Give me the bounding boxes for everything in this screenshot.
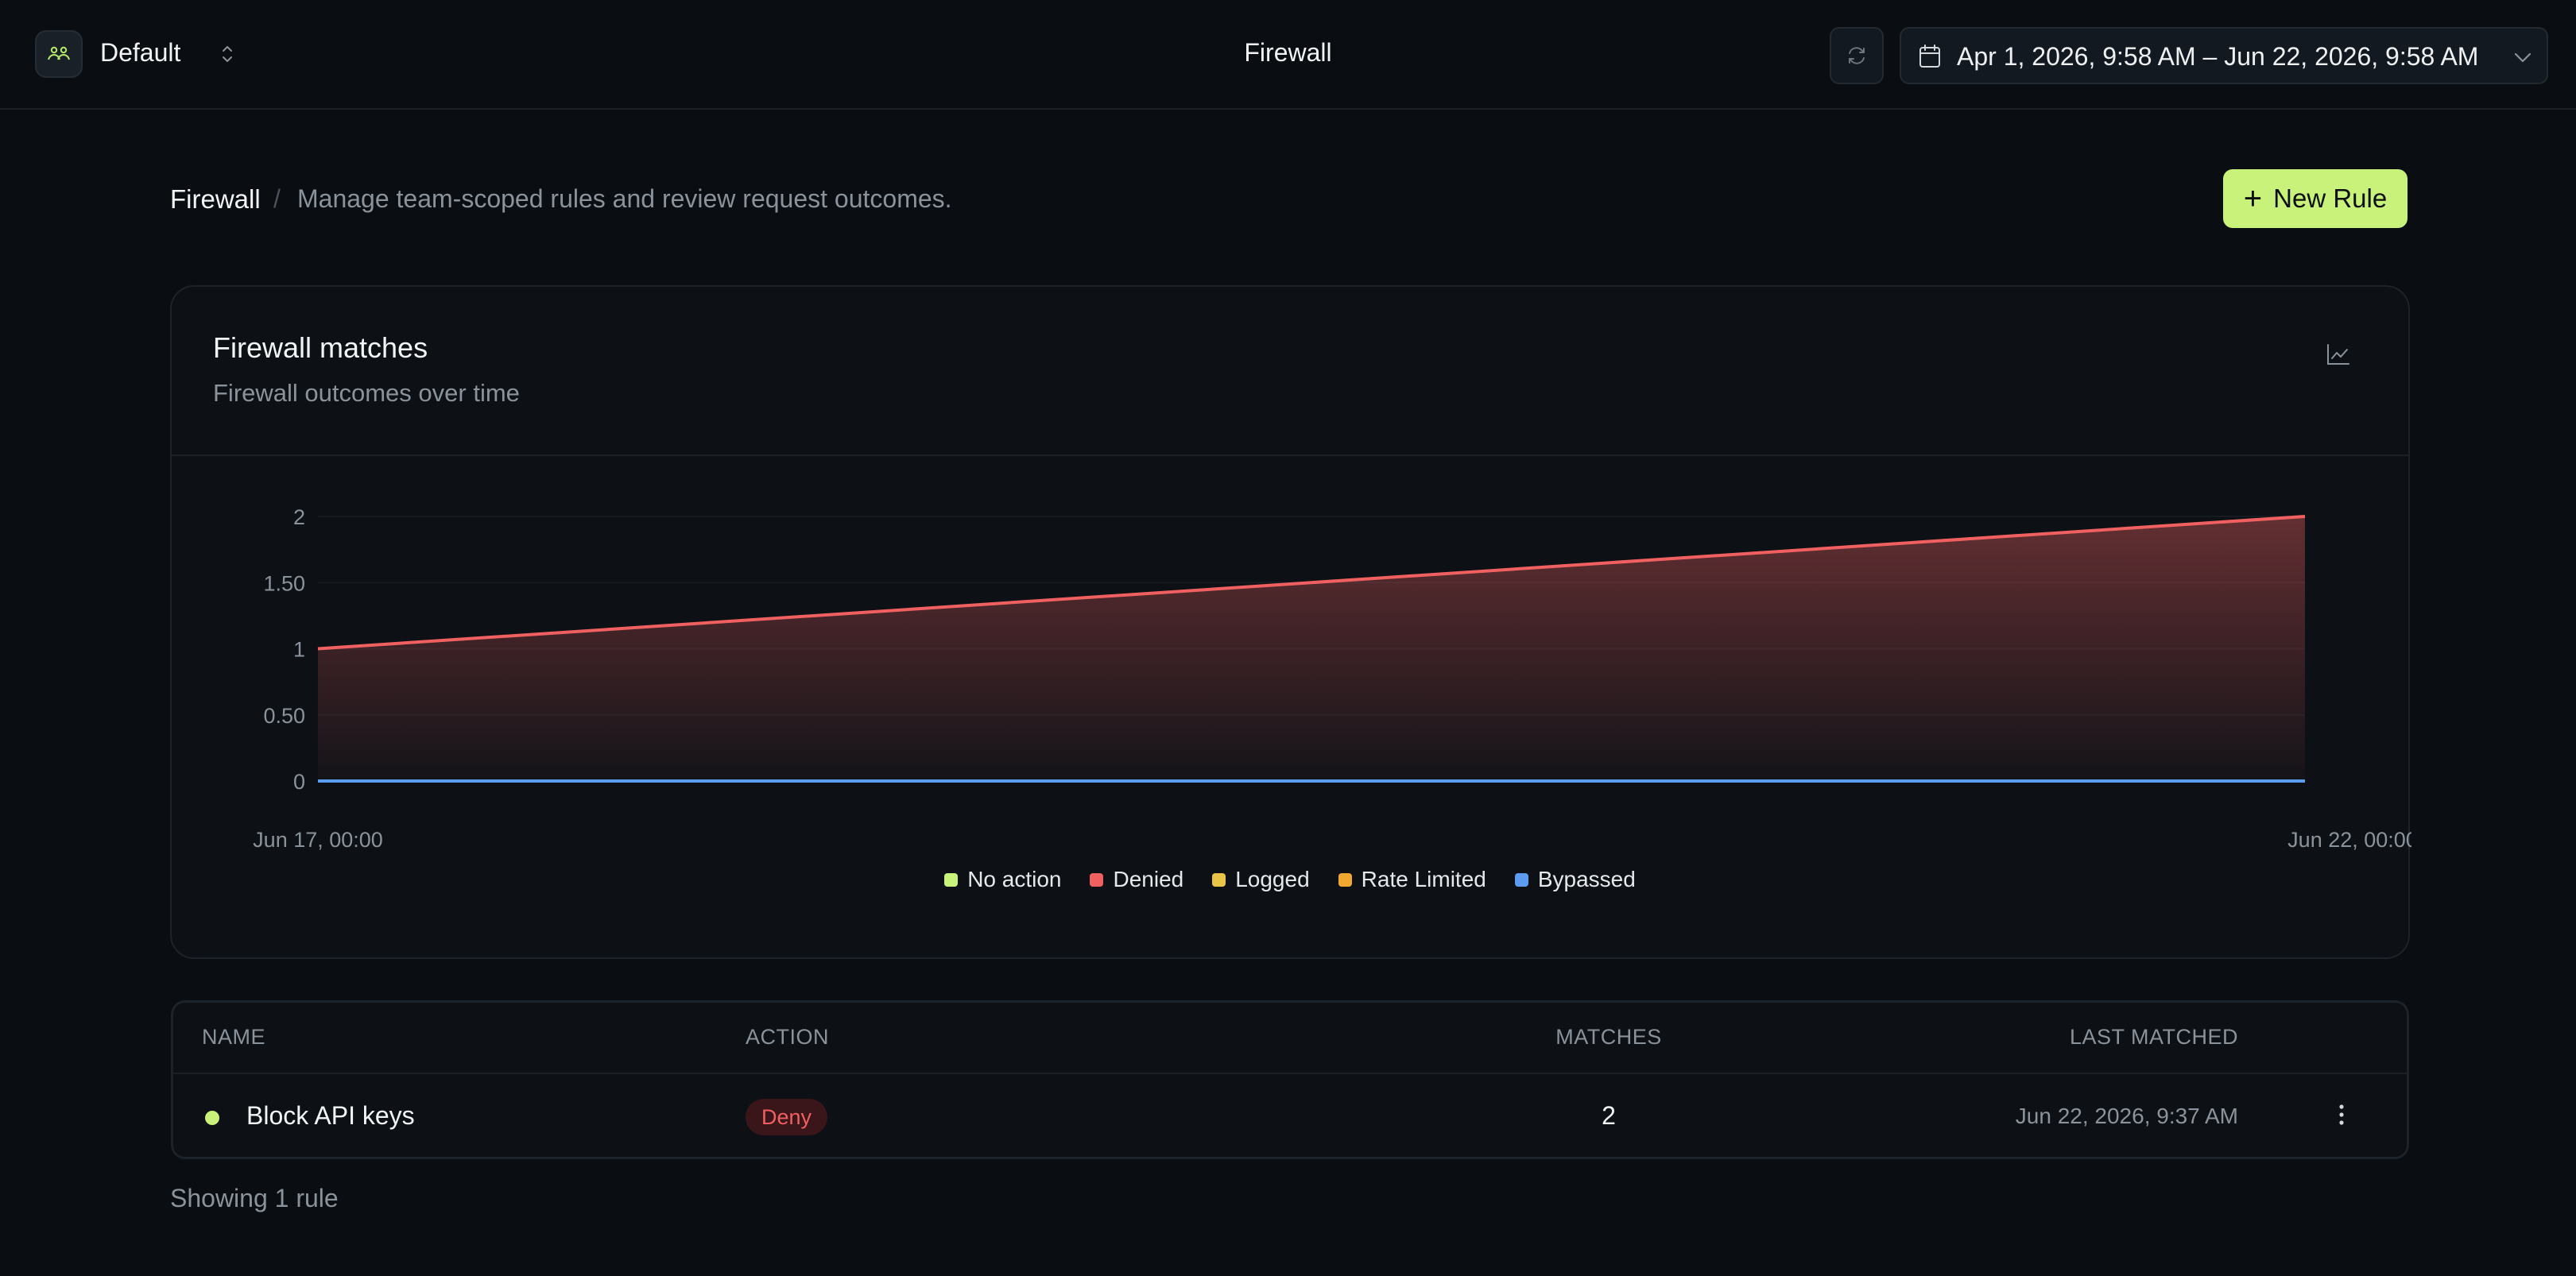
column-header-action[interactable]: ACTION xyxy=(746,1025,829,1050)
y-tick-label: 1.50 xyxy=(263,571,305,595)
column-header-last-matched[interactable]: LAST MATCHED xyxy=(2070,1025,2238,1050)
calendar-icon xyxy=(1919,44,1940,68)
matches-count: 2 xyxy=(1602,1101,1616,1130)
date-range-picker[interactable]: Apr 1, 2026, 9:58 AM – Jun 22, 2026, 9:5… xyxy=(1900,27,2548,84)
new-rule-label: New Rule xyxy=(2273,184,2388,213)
legend-item-denied[interactable]: Denied xyxy=(1090,867,1183,892)
new-rule-button[interactable]: + New Rule xyxy=(2223,169,2407,228)
legend-label: Rate Limited xyxy=(1361,867,1486,891)
legend-swatch xyxy=(1212,872,1226,887)
legend-swatch xyxy=(1514,872,1528,887)
rule-name[interactable]: Block API keys xyxy=(246,1101,415,1131)
legend-label: Logged xyxy=(1235,867,1310,891)
legend-label: No action xyxy=(967,867,1062,891)
legend-label: Denied xyxy=(1113,867,1184,891)
top-bar: Default Firewall Apr 1, 2026, 9:58 AM – … xyxy=(0,0,2576,110)
breadcrumb-separator: / xyxy=(273,184,281,213)
refresh-icon xyxy=(1849,47,1865,64)
column-header-matches[interactable]: MATCHES xyxy=(1510,1025,1707,1050)
chevron-down-icon xyxy=(2514,52,2531,63)
page-description: Manage team-scoped rules and review requ… xyxy=(297,184,952,213)
rule-status-dot xyxy=(205,1111,219,1125)
y-tick-label: 0 xyxy=(293,770,305,794)
header-divider xyxy=(173,1073,2407,1074)
chart-plot: 0 0.50 1 1.50 2 Jun 17, 00:00 Jun 22, 00:00 xyxy=(253,505,2411,852)
legend-item-logged[interactable]: Logged xyxy=(1212,867,1310,892)
plus-icon: + xyxy=(2243,181,2263,216)
legend-swatch xyxy=(1338,872,1352,887)
legend-label: Bypassed xyxy=(1537,867,1636,891)
date-range-text: Apr 1, 2026, 9:58 AM – Jun 22, 2026, 9:5… xyxy=(1957,42,2479,71)
x-tick-label: Jun 22, 00:00 xyxy=(2287,828,2411,852)
breadcrumb-title: Firewall xyxy=(170,184,261,214)
legend-item-rate-limited[interactable]: Rate Limited xyxy=(1338,867,1486,892)
y-tick-label: 0.50 xyxy=(263,704,305,728)
y-tick-label: 1 xyxy=(293,638,305,662)
legend-item-bypassed[interactable]: Bypassed xyxy=(1514,867,1636,892)
legend-swatch xyxy=(944,872,959,887)
legend-item-no-action[interactable]: No action xyxy=(944,867,1061,892)
table-footer-count: Showing 1 rule xyxy=(170,1184,339,1212)
firewall-matches-card: Firewall matches Firewall outcomes over … xyxy=(170,285,2411,959)
y-tick-label: 2 xyxy=(293,505,305,529)
rules-table: NAME ACTION MATCHES LAST MATCHED Block A… xyxy=(171,1000,2409,1159)
column-header-name[interactable]: NAME xyxy=(202,1025,265,1050)
series-area-denied xyxy=(318,516,2305,781)
more-vertical-icon[interactable] xyxy=(2337,1101,2346,1128)
last-matched: Jun 22, 2026, 9:37 AM xyxy=(2015,1104,2238,1128)
x-tick-label: Jun 17, 00:00 xyxy=(253,828,383,852)
legend-swatch xyxy=(1090,872,1104,887)
refresh-button[interactable] xyxy=(1830,27,1884,84)
action-badge: Deny xyxy=(746,1099,828,1135)
chart-legend: No action Denied Logged Rate Limited Bypasse… xyxy=(172,867,2408,892)
